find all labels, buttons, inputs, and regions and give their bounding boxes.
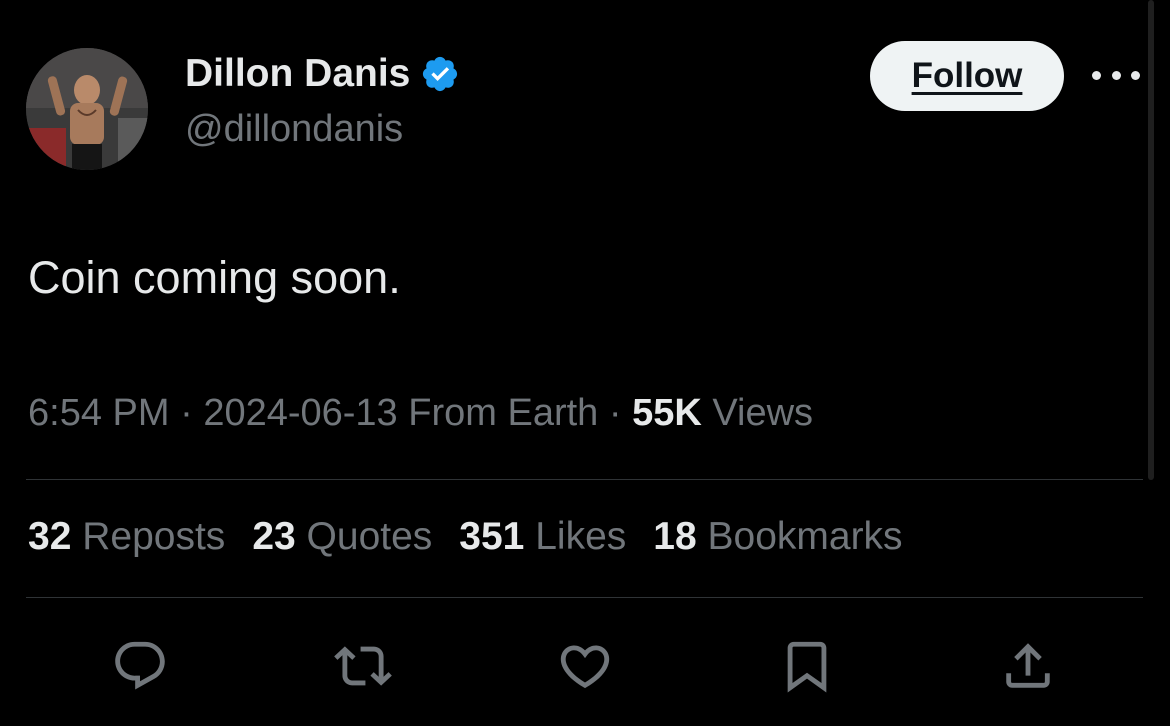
verified-badge-icon [420, 54, 460, 94]
stat-count: 23 [252, 515, 296, 558]
reply-icon[interactable] [110, 636, 170, 696]
bookmark-icon[interactable] [777, 636, 837, 696]
more-options-icon[interactable] [1092, 60, 1140, 90]
more-dot [1131, 70, 1140, 80]
stat-label: Quotes [306, 515, 433, 558]
avatar[interactable] [26, 48, 148, 170]
stat-likes[interactable]: 351 Likes [459, 515, 626, 559]
more-dot [1111, 70, 1121, 80]
scrollbar[interactable] [1148, 0, 1154, 480]
stat-label: Reposts [82, 515, 226, 558]
divider [26, 597, 1143, 598]
avatar-photo [26, 48, 148, 170]
divider [26, 479, 1143, 480]
tweet-date[interactable]: 2024-06-13 [203, 392, 397, 434]
display-name-text: Dillon Danis [185, 52, 411, 95]
display-name[interactable]: Dillon Danis [185, 52, 460, 96]
repost-icon[interactable] [333, 636, 393, 696]
tweet-text: Coin coming soon. [28, 252, 401, 303]
like-icon[interactable] [555, 636, 615, 696]
views-label: Views [712, 392, 814, 434]
tweet-meta: 6:54 PM · 2024-06-13 From Earth · 55K Vi… [28, 392, 813, 435]
engagement-stats: 32 Reposts 23 Quotes 351 Likes 18 Bookma… [28, 515, 930, 559]
stat-label: Bookmarks [707, 515, 903, 558]
stat-count: 351 [459, 515, 525, 558]
user-handle[interactable]: @dillondanis [185, 108, 403, 151]
tweet-time[interactable]: 6:54 PM [28, 392, 170, 434]
tweet-source: From Earth [408, 392, 599, 434]
stat-count: 18 [653, 515, 697, 558]
meta-separator: · [608, 392, 622, 434]
stat-reposts[interactable]: 32 Reposts [28, 515, 225, 559]
stat-quotes[interactable]: 23 Quotes [252, 515, 432, 559]
more-dot [1092, 70, 1101, 80]
share-icon[interactable] [998, 636, 1058, 696]
stat-count: 32 [28, 515, 72, 558]
stat-bookmarks[interactable]: 18 Bookmarks [653, 515, 902, 559]
views-count: 55K [632, 392, 702, 434]
meta-separator: · [180, 392, 193, 434]
stat-label: Likes [535, 515, 627, 558]
follow-button[interactable]: Follow [870, 41, 1064, 111]
